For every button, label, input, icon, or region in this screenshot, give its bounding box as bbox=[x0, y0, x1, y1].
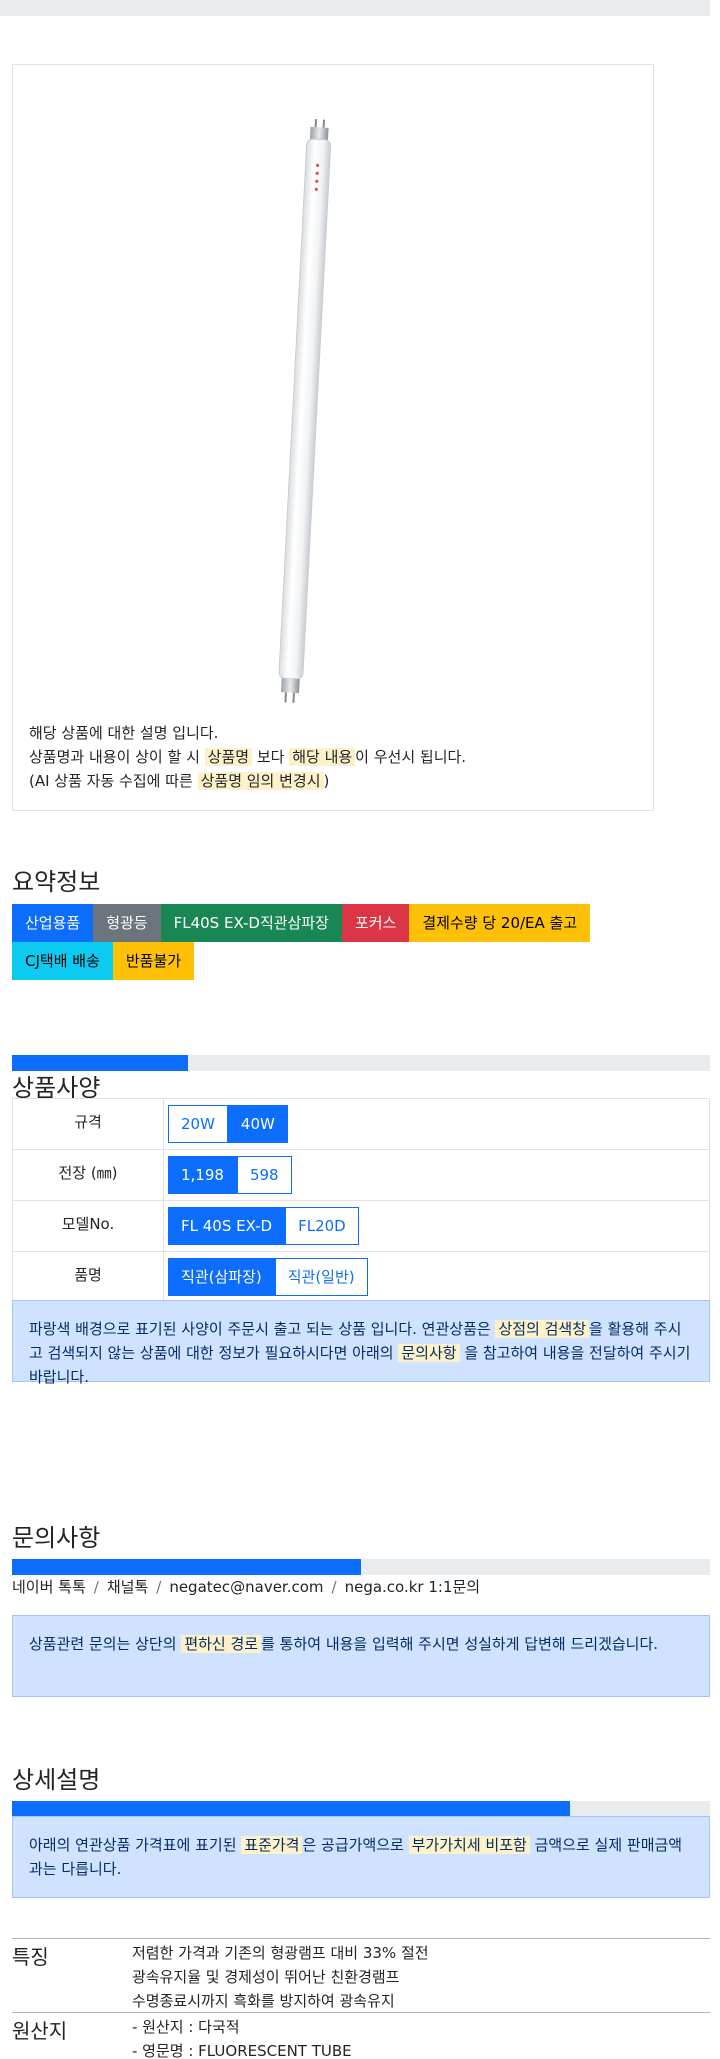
origin-item: - 원산지 : 다국적 bbox=[132, 2018, 240, 2036]
origin-title: 원산지 bbox=[12, 2019, 68, 2043]
origin-item: - 영문명 : FLUORESCENT TUBE bbox=[132, 2042, 352, 2059]
spec-row-model: 모델No. FL 40S EX-D FL20D bbox=[12, 1200, 710, 1252]
option-20w[interactable]: 20W bbox=[168, 1105, 228, 1143]
description-line-2: 상품명과 내용이 상이 할 시 상품명 보다 해당 내용 이 우선시 됩니다. bbox=[29, 745, 466, 769]
product-description: 해당 상품에 대한 설명 입니다. 상품명과 내용이 상이 할 시 상품명 보다… bbox=[29, 721, 466, 793]
product-name-options: 직관(삼파장) 직관(일반) bbox=[168, 1258, 368, 1296]
contact-email[interactable]: negatec@naver.com bbox=[169, 1578, 323, 1596]
separator: / bbox=[156, 1578, 162, 1596]
model-options: FL 40S EX-D FL20D bbox=[168, 1207, 359, 1245]
notice-text: 를 통하여 내용을 입력해 주시면 성실하게 답변해 드리겠습니다. bbox=[261, 1635, 659, 1653]
option-triphosphor[interactable]: 직관(삼파장) bbox=[168, 1258, 275, 1296]
product-image-card: 해당 상품에 대한 설명 입니다. 상품명과 내용이 상이 할 시 상품명 보다… bbox=[12, 64, 654, 811]
description-text: ) bbox=[323, 772, 330, 790]
spec-table: 규격 20W 40W 전장 (㎜) 1,198 598 모델No. FL 40S… bbox=[12, 1098, 710, 1303]
description-text: 보다 bbox=[252, 748, 290, 766]
badge-quantity: 결제수량 당 20/EA 출고 bbox=[409, 904, 591, 942]
option-40w[interactable]: 40W bbox=[227, 1105, 288, 1143]
inquiry-progress-fill bbox=[12, 1559, 361, 1575]
detail-progress-bar bbox=[12, 1801, 710, 1817]
spec-row-product-name: 품명 직관(삼파장) 직관(일반) bbox=[12, 1251, 710, 1303]
separator: / bbox=[93, 1578, 99, 1596]
separator: / bbox=[331, 1578, 337, 1596]
highlight-vat-excluded: 부가가치세 비포함 bbox=[408, 1836, 530, 1854]
contact-channel-talk[interactable]: 채널톡 bbox=[107, 1578, 148, 1596]
highlight-name-change: 상품명 임의 변경시 bbox=[197, 772, 324, 790]
fluorescent-tube-image bbox=[278, 119, 332, 703]
option-standard[interactable]: 직관(일반) bbox=[274, 1258, 368, 1296]
notice-text: 은 공급가액으로 bbox=[302, 1836, 409, 1854]
highlight-inquiry: 문의사항 bbox=[398, 1344, 460, 1362]
feature-item: 수명종료시까지 흑화를 방지하여 광속유지 bbox=[132, 1992, 395, 2010]
origin-list: - 원산지 : 다국적 - 영문명 : FLUORESCENT TUBE bbox=[132, 2015, 352, 2059]
notice-text: 상품관련 문의는 상단의 bbox=[29, 1635, 182, 1653]
features-list: 저렴한 가격과 기존의 형광램프 대비 33% 절전 광속유지율 및 경제성이 … bbox=[132, 1941, 429, 2013]
summary-badges-row-1: 산업용품 형광등 FL40S EX-D직관삼파장 포커스 결제수량 당 20/E… bbox=[12, 904, 591, 942]
detail-title: 상세설명 bbox=[12, 1766, 101, 1794]
contact-naver-talk[interactable]: 네이버 톡톡 bbox=[12, 1578, 86, 1596]
feature-item: 저렴한 가격과 기존의 형광램프 대비 33% 절전 bbox=[132, 1944, 429, 1962]
inquiry-notice: 상품관련 문의는 상단의 편하신 경로 를 통하여 내용을 입력해 주시면 성실하… bbox=[12, 1615, 710, 1697]
features-block: 특징 저렴한 가격과 기존의 형광램프 대비 33% 절전 광속유지율 및 경제… bbox=[12, 1938, 710, 2012]
spec-row-size: 규격 20W 40W bbox=[12, 1098, 710, 1150]
spec-row-length: 전장 (㎜) 1,198 598 bbox=[12, 1149, 710, 1201]
detail-progress-fill bbox=[12, 1801, 570, 1817]
summary-title: 요약정보 bbox=[12, 868, 101, 896]
description-text: 이 우선시 됩니다. bbox=[355, 748, 467, 766]
highlight-search: 상점의 검색창 bbox=[495, 1320, 590, 1338]
badge-brand: 포커스 bbox=[341, 904, 410, 942]
spec-notice: 파랑색 배경으로 표기된 사양이 주문시 출고 되는 상품 입니다. 연관상품은… bbox=[12, 1300, 710, 1386]
option-fl40s[interactable]: FL 40S EX-D bbox=[168, 1207, 286, 1245]
length-options: 1,198 598 bbox=[168, 1156, 292, 1194]
badge-category: 산업용품 bbox=[12, 904, 94, 942]
price-notice: 아래의 연관상품 가격표에 표기된 표준가격 은 공급가액으로 부가가치세 비포함… bbox=[12, 1816, 710, 1898]
notice-text: 아래의 연관상품 가격표에 표기된 bbox=[29, 1836, 242, 1854]
summary-badges-row-2: CJ택배 배송 반품불가 bbox=[12, 942, 195, 980]
spec-label: 품명 bbox=[12, 1251, 164, 1303]
notice-text: 파랑색 배경으로 표기된 사양이 주문시 출고 되는 상품 입니다. 연관상품은 bbox=[29, 1320, 496, 1338]
inquiry-progress-bar bbox=[12, 1559, 710, 1575]
description-line-1: 해당 상품에 대한 설명 입니다. bbox=[29, 724, 219, 742]
highlight-standard-price: 표준가격 bbox=[241, 1836, 303, 1854]
highlight-content: 해당 내용 bbox=[289, 748, 356, 766]
description-line-3: (AI 상품 자동 수집에 따른 상품명 임의 변경시) bbox=[29, 769, 466, 793]
inquiry-title: 문의사항 bbox=[12, 1524, 101, 1552]
option-598[interactable]: 598 bbox=[236, 1156, 292, 1194]
description-text: 상품명과 내용이 상이 할 시 bbox=[29, 748, 205, 766]
contact-links: 네이버 톡톡 / 채널톡 / negatec@naver.com / nega.co.kr … bbox=[12, 1576, 480, 1597]
contact-website-inquiry[interactable]: nega.co.kr 1:1문의 bbox=[345, 1578, 481, 1596]
spec-label: 규격 bbox=[12, 1098, 164, 1150]
badge-shipping: CJ택배 배송 bbox=[12, 942, 113, 980]
highlight-contact-route: 편하신 경로 bbox=[181, 1635, 262, 1653]
product-image bbox=[13, 95, 655, 715]
badge-model: FL40S EX-D직관삼파장 bbox=[160, 904, 342, 942]
description-text: (AI 상품 자동 수집에 따른 bbox=[29, 772, 198, 790]
badge-type: 형광등 bbox=[93, 904, 161, 942]
features-title: 특징 bbox=[12, 1945, 49, 1969]
spec-progress-bar bbox=[12, 1055, 710, 1071]
size-options: 20W 40W bbox=[168, 1105, 288, 1143]
spec-label: 전장 (㎜) bbox=[12, 1149, 164, 1201]
option-1198[interactable]: 1,198 bbox=[168, 1156, 237, 1194]
feature-item: 광속유지율 및 경제성이 뛰어난 친환경램프 bbox=[132, 1968, 400, 1986]
highlight-product-name: 상품명 bbox=[204, 748, 253, 766]
option-fl20d[interactable]: FL20D bbox=[285, 1207, 359, 1245]
badge-no-return: 반품불가 bbox=[112, 942, 195, 980]
top-progress-bar bbox=[0, 0, 710, 16]
page: 해당 상품에 대한 설명 입니다. 상품명과 내용이 상이 할 시 상품명 보다… bbox=[0, 0, 720, 2059]
origin-block: 원산지 - 원산지 : 다국적 - 영문명 : FLUORESCENT TUBE bbox=[12, 2012, 710, 2059]
spec-label: 모델No. bbox=[12, 1200, 164, 1252]
